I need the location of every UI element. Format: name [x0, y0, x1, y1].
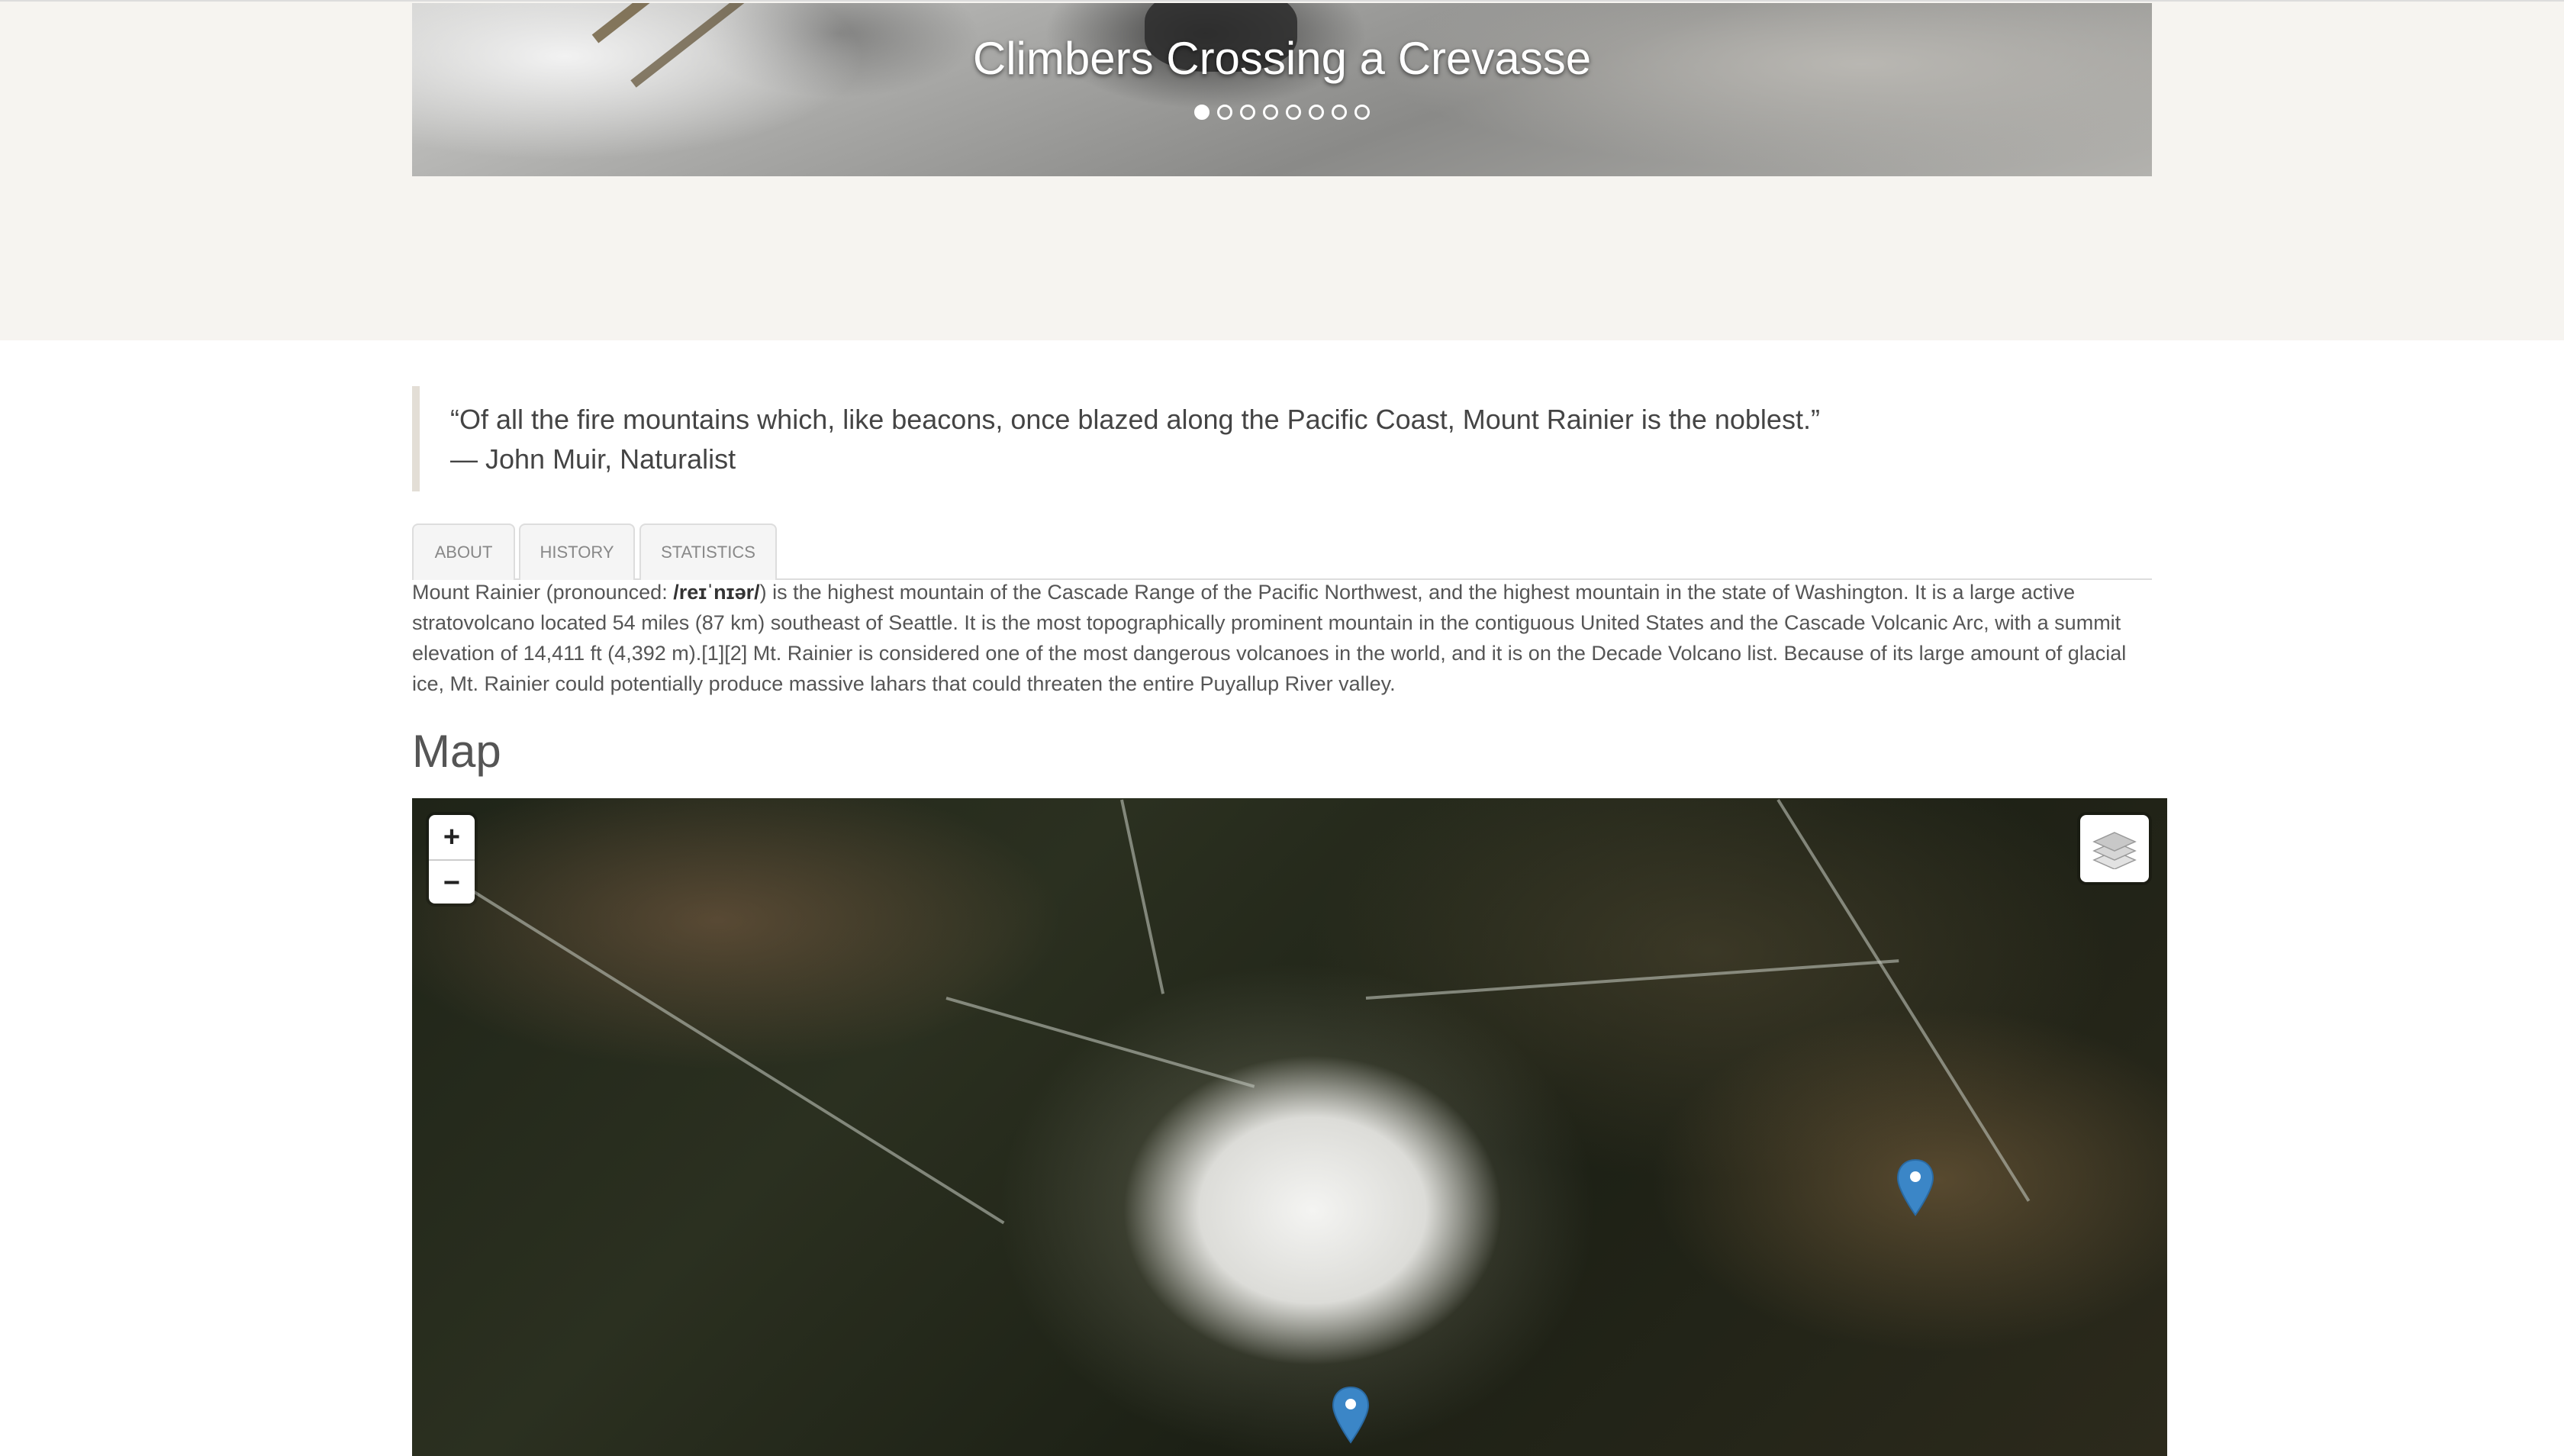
carousel-dot-7[interactable] — [1332, 105, 1347, 120]
carousel-dot-4[interactable] — [1263, 105, 1278, 120]
carousel-caption: Climbers Crossing a Crevasse — [972, 33, 1592, 84]
layers-icon — [2092, 832, 2137, 869]
tab-about[interactable]: ABOUT — [412, 523, 515, 580]
map-heading: Map — [412, 726, 501, 777]
river-line — [1776, 798, 2031, 1202]
carousel-photo-snow — [412, 3, 1099, 176]
layers-button[interactable] — [2080, 815, 2149, 882]
satellite-map[interactable]: + − — [412, 798, 2167, 1456]
tab-statistics[interactable]: STATISTICS — [639, 523, 777, 580]
river-line — [945, 997, 1255, 1088]
carousel-indicators — [412, 105, 2152, 120]
quote-text: “Of all the fire mountains which, like b… — [450, 404, 1820, 435]
about-panel: Mount Rainier (pronounced: /reɪˈnɪər/) i… — [412, 577, 2152, 699]
zoom-in-button[interactable]: + — [429, 815, 475, 861]
hero-section: Climbers Crossing a Crevasse — [0, 0, 2564, 340]
info-tabs: ABOUT HISTORY STATISTICS — [412, 523, 2152, 580]
zoom-control: + − — [429, 815, 475, 904]
carousel-dot-3[interactable] — [1240, 105, 1255, 120]
about-text-prefix: Mount Rainier (pronounced: — [412, 581, 674, 604]
image-carousel[interactable]: Climbers Crossing a Crevasse — [412, 3, 2152, 176]
carousel-dot-8[interactable] — [1354, 105, 1370, 120]
carousel-dot-2[interactable] — [1217, 105, 1232, 120]
river-line — [1365, 959, 1899, 1000]
river-line — [1120, 799, 1165, 994]
zoom-out-button[interactable]: − — [429, 861, 475, 905]
map-marker-icon[interactable] — [1332, 1386, 1370, 1444]
river-line — [472, 890, 1005, 1225]
map-marker-icon[interactable] — [1896, 1158, 1934, 1216]
john-muir-quote: “Of all the fire mountains which, like b… — [412, 386, 2152, 491]
carousel-dot-1[interactable] — [1194, 105, 1210, 120]
tab-history[interactable]: HISTORY — [519, 523, 635, 580]
carousel-dot-5[interactable] — [1286, 105, 1301, 120]
carousel-dot-6[interactable] — [1309, 105, 1324, 120]
pronunciation: /reɪˈnɪər/ — [673, 581, 760, 604]
quote-attribution: — John Muir, Naturalist — [450, 443, 736, 475]
